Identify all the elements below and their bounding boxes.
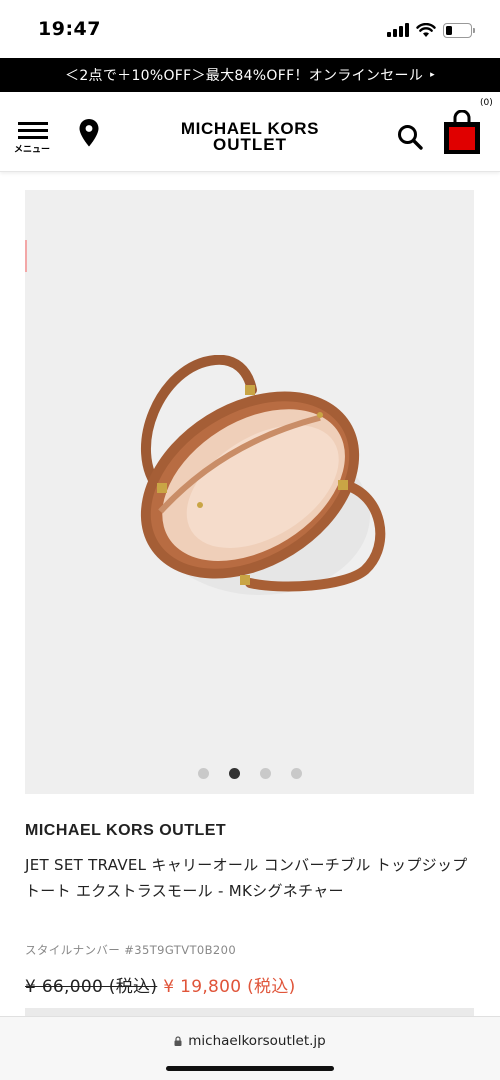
home-indicator[interactable] [166, 1066, 334, 1071]
product-gallery[interactable] [25, 190, 474, 794]
product-title: JET SET TRAVEL キャリーオール コンバーチブル トップジップ トー… [25, 856, 468, 900]
promo-text: ＜2点で＋10%OFF＞最大84%OFF！オンラインセール [65, 68, 424, 84]
status-bar: 19:47 [0, 0, 500, 58]
pagination-dot[interactable] [228, 768, 240, 779]
battery-icon [443, 22, 475, 38]
pagination-dot[interactable] [197, 768, 209, 779]
url-text: michaelkorsoutlet.jp [188, 1033, 326, 1049]
search-icon[interactable] [396, 123, 424, 151]
pagination-dot[interactable] [259, 768, 271, 779]
wifi-icon [416, 22, 436, 37]
style-number: スタイルナンバー #35T9GTVT0B200 [25, 943, 237, 957]
shopping-bag-icon[interactable] [441, 110, 483, 156]
signal-icon [387, 23, 409, 37]
gallery-marker [25, 240, 27, 272]
product-brand[interactable]: MICHAEL KORS OUTLET [25, 822, 226, 840]
logo-line2: OUTLET [213, 135, 287, 154]
price-row: ¥ 66,000 (税込) ¥ 19,800 (税込) [25, 972, 296, 997]
status-time: 19:47 [38, 18, 101, 40]
menu-button[interactable]: メニュー [14, 122, 54, 156]
lock-icon [174, 1036, 182, 1046]
cart-count: (0) [480, 98, 493, 108]
site-header: メニュー MICHAEL KORS OUTLET (0) [0, 92, 500, 172]
status-icons [387, 19, 475, 41]
sale-price: ¥ 19,800 (税込) [163, 977, 296, 997]
pagination-dot[interactable] [290, 768, 302, 779]
gallery-pagination [25, 768, 474, 779]
location-pin-icon[interactable] [78, 118, 100, 148]
site-logo[interactable]: MICHAEL KORS OUTLET [150, 120, 350, 154]
address-bar[interactable]: michaelkorsoutlet.jp [0, 1033, 500, 1049]
content-divider [25, 1008, 474, 1016]
menu-label: メニュー [14, 145, 51, 155]
menu-icon [18, 122, 48, 143]
original-price: ¥ 66,000 (税込) [25, 977, 158, 997]
promo-arrow-icon: ▸ [430, 70, 435, 80]
browser-bar: michaelkorsoutlet.jp [0, 1016, 500, 1080]
battery-level [446, 25, 452, 35]
promo-banner[interactable]: ＜2点で＋10%OFF＞最大84%OFF！オンラインセール ▸ [0, 58, 500, 92]
product-image [140, 355, 386, 595]
